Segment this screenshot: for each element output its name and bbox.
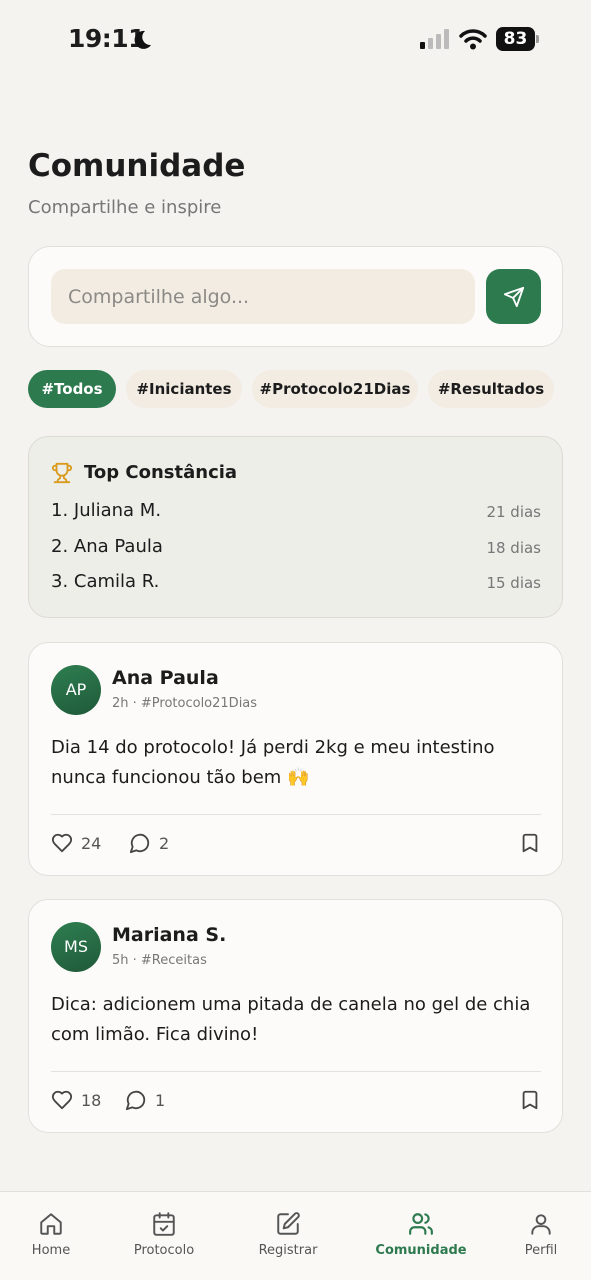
comment-button[interactable]: 2: [129, 831, 169, 855]
bottom-nav: Home Protocolo Registrar Comunidade Perf…: [0, 1191, 591, 1280]
page-title: Comunidade: [28, 148, 246, 184]
rank-row: 2. Ana Paula 18 dias: [51, 536, 541, 562]
nav-item-registrar[interactable]: Registrar: [238, 1211, 338, 1271]
user-icon: [531, 1214, 551, 1235]
nav-item-perfil[interactable]: Perfil: [491, 1211, 591, 1271]
heart-icon: [51, 1090, 73, 1110]
post-author[interactable]: Mariana S.: [112, 924, 226, 946]
comment-button[interactable]: 1: [125, 1088, 165, 1112]
rank-name: 2. Ana Paula: [51, 536, 163, 557]
like-count: 18: [81, 1090, 102, 1110]
post-divider: [51, 814, 541, 815]
post-text: Dia 14 do protocolo! Já perdi 2kg e meu …: [51, 737, 495, 788]
rank-name: 3. Camila R.: [51, 571, 160, 592]
avatar[interactable]: AP: [51, 665, 101, 715]
rank-days: 18 dias: [486, 539, 541, 557]
tag-protocolo21dias[interactable]: #Protocolo21Dias: [252, 370, 418, 408]
tag-resultados[interactable]: #Resultados: [428, 370, 554, 408]
comment-icon: [125, 1090, 146, 1111]
rank-name: 1. Juliana M.: [51, 500, 162, 521]
comment-icon: [129, 833, 150, 854]
post-composer: [28, 246, 563, 347]
calendar-check-icon: [153, 1212, 175, 1236]
post-meta: 2h · #Protocolo21Dias: [112, 696, 258, 711]
top-card-title: Top Constância: [84, 462, 238, 483]
wifi-icon: [459, 29, 487, 50]
comment-count: 1: [155, 1090, 166, 1110]
post-author[interactable]: Ana Paula: [112, 667, 219, 689]
nav-label: Perfil: [524, 1243, 558, 1258]
post-card: MS Mariana S. 5h · #Receitas Dica: adici…: [28, 899, 563, 1133]
status-bar: 19:11 83: [0, 0, 591, 80]
tag-todos[interactable]: #Todos: [28, 370, 116, 408]
rank-row: 3. Camila R. 15 dias: [51, 571, 541, 597]
like-button[interactable]: 24: [51, 831, 101, 855]
battery-level: 83: [496, 27, 535, 51]
users-icon: [409, 1213, 433, 1235]
send-icon: [503, 286, 524, 307]
home-icon: [40, 1213, 62, 1235]
share-input[interactable]: [51, 269, 475, 324]
nav-label: Registrar: [258, 1243, 318, 1258]
post-text: Dica: adicionem uma pitada de canela no …: [51, 994, 531, 1045]
nav-label: Home: [31, 1243, 71, 1258]
edit-icon: [277, 1212, 300, 1235]
nav-item-protocolo[interactable]: Protocolo: [114, 1211, 214, 1271]
rank-row: 1. Juliana M. 21 dias: [51, 500, 541, 526]
nav-item-home[interactable]: Home: [1, 1211, 101, 1271]
page-subtitle: Compartilhe e inspire: [28, 197, 222, 218]
post-meta: 5h · #Receitas: [112, 953, 207, 968]
tag-iniciantes[interactable]: #Iniciantes: [126, 370, 242, 408]
moon-icon: [134, 30, 151, 49]
nav-label: Protocolo: [133, 1243, 195, 1258]
like-button[interactable]: 18: [51, 1088, 101, 1112]
trophy-icon: [51, 462, 73, 484]
nav-item-comunidade[interactable]: Comunidade: [371, 1211, 471, 1271]
post-divider: [51, 1071, 541, 1072]
signal-icon: [420, 29, 449, 49]
heart-icon: [51, 833, 73, 853]
bookmark-icon[interactable]: [519, 831, 541, 855]
bookmark-icon[interactable]: [519, 1088, 541, 1112]
comment-count: 2: [159, 833, 170, 853]
rank-days: 21 dias: [486, 503, 541, 521]
top-constancia-card: Top Constância 1. Juliana M. 21 dias 2. …: [28, 436, 563, 618]
like-count: 24: [81, 833, 102, 853]
battery-icon: 83: [496, 27, 540, 51]
post-card: AP Ana Paula 2h · #Protocolo21Dias Dia 1…: [28, 642, 563, 876]
rank-days: 15 dias: [486, 574, 541, 592]
avatar[interactable]: MS: [51, 922, 101, 972]
nav-label: Comunidade: [375, 1243, 467, 1258]
send-button[interactable]: [486, 269, 541, 324]
